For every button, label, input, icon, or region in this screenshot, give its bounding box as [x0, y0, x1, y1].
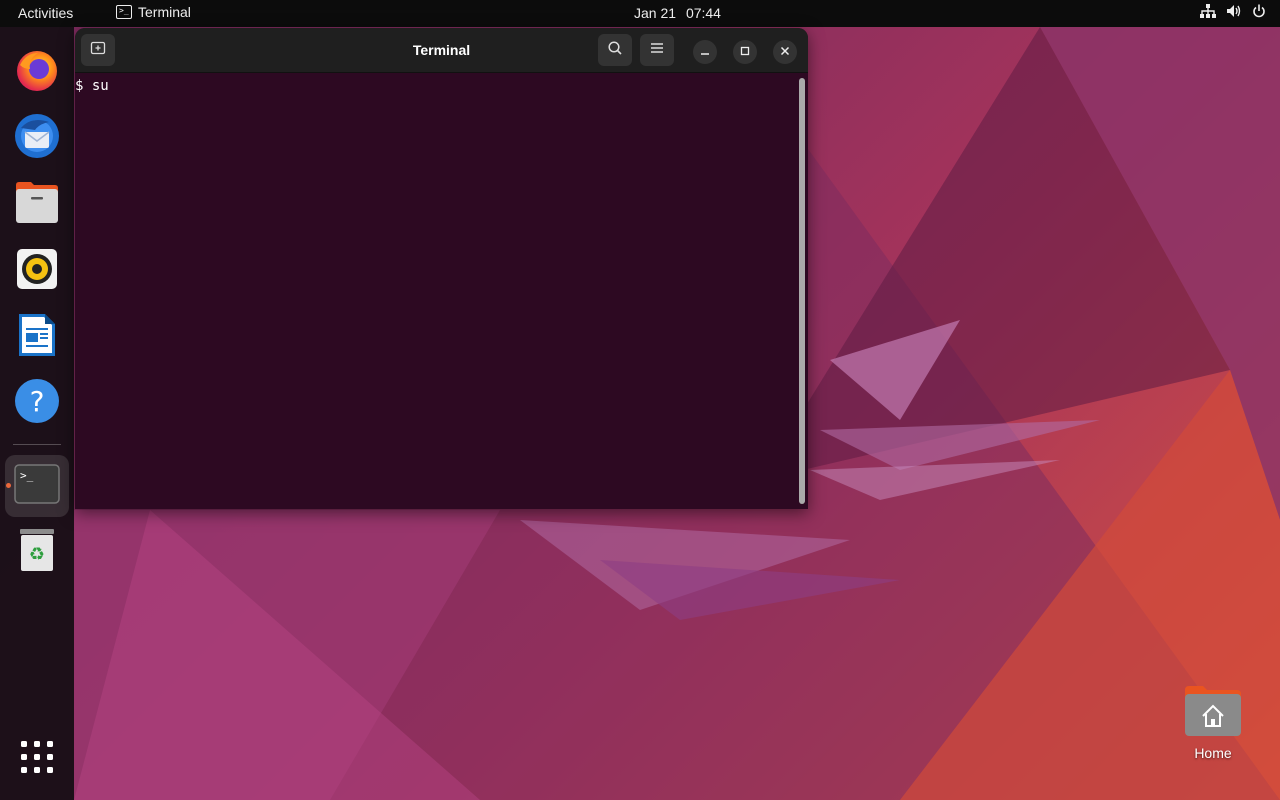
system-tray[interactable]: [1200, 4, 1266, 18]
svg-text:>_: >_: [20, 469, 34, 482]
maximize-icon: [740, 43, 750, 61]
clock-date: Jan 21: [634, 5, 677, 21]
maximize-button[interactable]: [733, 40, 757, 64]
dock-item-help[interactable]: ?: [5, 372, 69, 434]
minimize-button[interactable]: [693, 40, 717, 64]
desktop-home-label: Home: [1194, 745, 1232, 761]
rhythmbox-icon: [15, 247, 59, 296]
terminal-window[interactable]: Terminal $ su: [75, 28, 808, 509]
svg-text:?: ?: [30, 385, 45, 418]
libreoffice-writer-icon: [17, 312, 57, 363]
prompt-symbol: $: [75, 78, 84, 94]
power-icon[interactable]: [1252, 4, 1266, 18]
scrollbar[interactable]: [799, 78, 805, 504]
command-text: su: [91, 78, 109, 94]
trash-icon: ♻: [17, 527, 57, 578]
dock-item-show-apps[interactable]: [5, 728, 69, 790]
hamburger-menu-icon: [650, 41, 664, 59]
prompt-line: $ su: [75, 78, 808, 94]
menu-button[interactable]: [640, 34, 674, 66]
show-apps-icon: [20, 740, 54, 779]
firefox-icon: [14, 47, 60, 98]
terminal-icon: >_: [14, 463, 60, 509]
terminal-headerbar[interactable]: Terminal: [75, 28, 808, 73]
dock-item-trash[interactable]: ♻: [5, 521, 69, 583]
search-icon: [607, 40, 623, 61]
terminal-content[interactable]: $ su: [75, 73, 808, 509]
dock-item-libreoffice-writer[interactable]: [5, 306, 69, 368]
dock-item-terminal[interactable]: >_: [5, 455, 69, 517]
dock-item-files[interactable]: [5, 174, 69, 236]
clock-time: 07:44: [685, 5, 721, 21]
dock-item-rhythmbox[interactable]: [5, 240, 69, 302]
dock: ? >_ ♻: [0, 27, 74, 800]
help-icon: ?: [14, 378, 60, 429]
top-bar: Activities >_ Terminal Jan 21 07:44: [0, 0, 1280, 27]
files-icon: [14, 181, 60, 230]
svg-text:♻: ♻: [29, 544, 45, 565]
network-icon[interactable]: [1200, 4, 1216, 18]
clock[interactable]: Jan 21 07:44: [0, 5, 1280, 21]
volume-icon[interactable]: [1226, 4, 1242, 18]
thunderbird-icon: [13, 112, 61, 165]
home-folder-icon: [1183, 686, 1243, 742]
search-button[interactable]: [598, 34, 632, 66]
close-button[interactable]: [773, 40, 797, 64]
dock-item-thunderbird[interactable]: [5, 107, 69, 169]
dock-separator: [13, 444, 61, 445]
minimize-icon: [700, 43, 710, 61]
close-icon: [780, 43, 790, 61]
dock-item-firefox[interactable]: [5, 41, 69, 103]
